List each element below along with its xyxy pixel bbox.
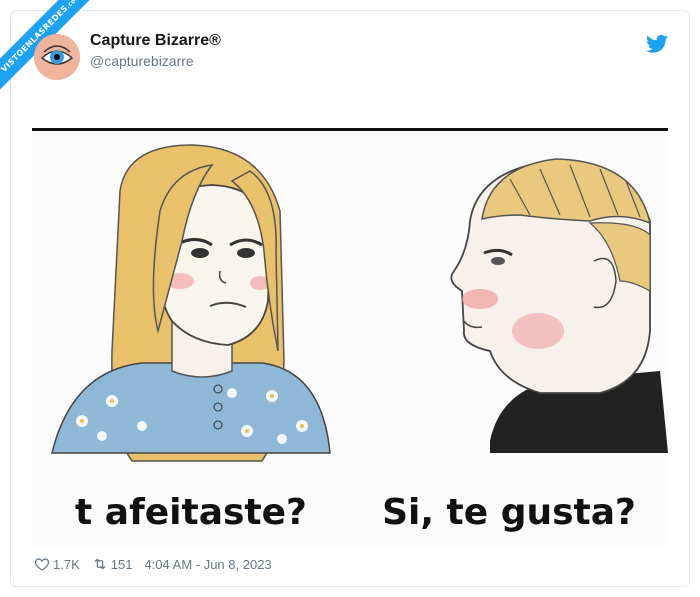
avatar[interactable] — [34, 34, 80, 80]
twitter-bird-icon[interactable] — [646, 34, 668, 54]
timestamp[interactable]: 4:04 AM - Jun 8, 2023 — [144, 557, 271, 572]
meme-panel-right: Si, te gusta? — [350, 131, 668, 545]
retweet-count: 151 — [110, 556, 133, 572]
like-count: 1.7K — [53, 556, 80, 572]
tweet-image[interactable]: t afeitaste? Si, te gusta? — [32, 128, 668, 545]
meme-panel-left: t afeitaste? — [32, 131, 350, 545]
like-button[interactable]: 1.7K — [34, 556, 80, 572]
man-illustration — [450, 158, 668, 453]
eye-icon — [34, 34, 80, 80]
left-caption: t afeitaste? — [75, 492, 307, 533]
heart-icon — [34, 558, 50, 571]
retweet-icon — [94, 558, 106, 570]
tweet-stats: 1.7K 151 4:04 AM - Jun 8, 2023 — [34, 556, 272, 572]
retweet-button[interactable]: 151 — [92, 556, 133, 572]
right-caption: Si, te gusta? — [382, 492, 636, 533]
display-name[interactable]: Capture Bizarre® — [90, 32, 221, 50]
user-handle[interactable]: @capturebizarre — [90, 53, 194, 69]
watermark-suffix: .com — [64, 0, 82, 11]
woman-illustration — [51, 144, 331, 462]
